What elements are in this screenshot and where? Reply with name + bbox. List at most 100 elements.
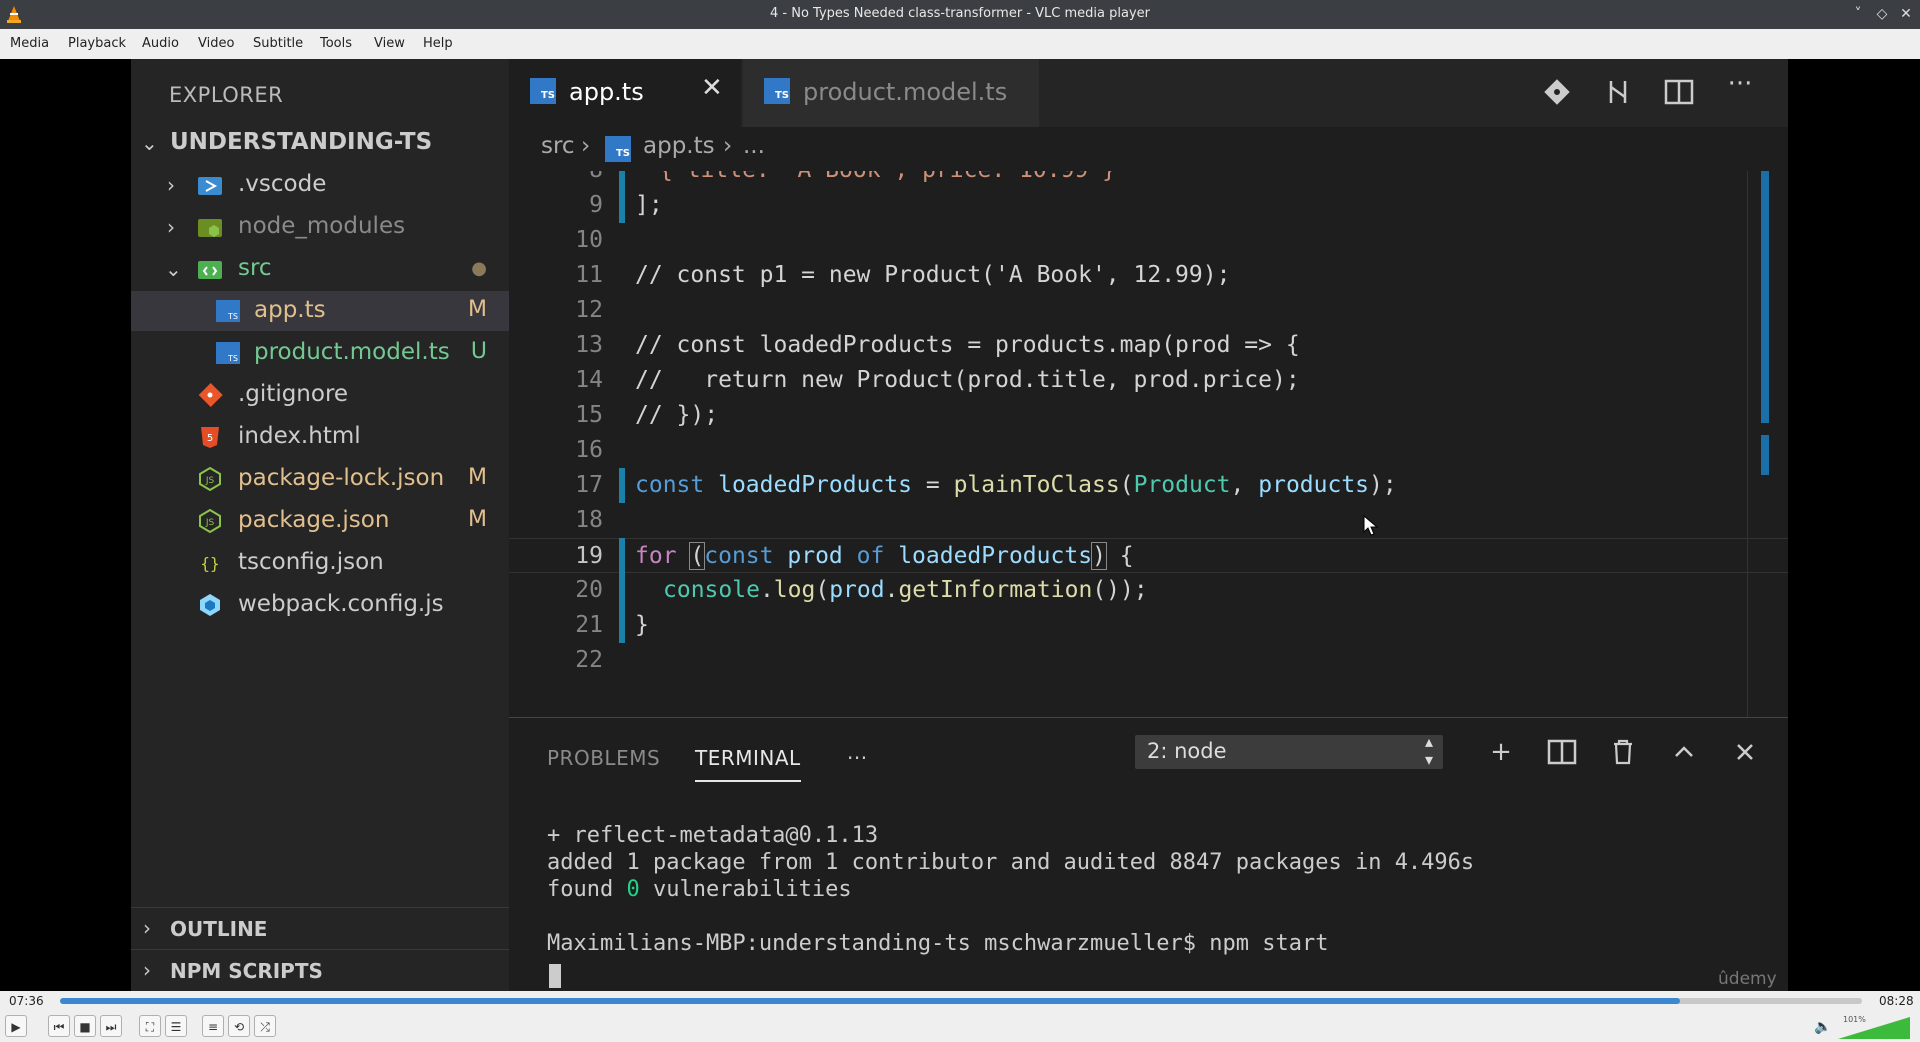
outline-section[interactable]: › OUTLINE [131, 907, 509, 948]
line-number: 8 [509, 171, 603, 183]
close-button[interactable]: ✕ [1897, 5, 1915, 23]
next-icon[interactable]: ⏭ [100, 1015, 122, 1037]
typescript-file-icon: TS [764, 78, 790, 104]
vscode-window: EXPLORER ⌄ UNDERSTANDING-TS › .vscode › … [131, 59, 1788, 991]
extended-settings-icon[interactable]: ☰ [165, 1015, 187, 1037]
npm-scripts-section[interactable]: › NPM SCRIPTS [131, 949, 509, 990]
line-number: 9 [589, 192, 603, 218]
title-bar: 4 - No Types Needed class-transformer - … [0, 0, 1920, 29]
chevron-right-icon: › [143, 916, 151, 940]
terminal-line: found 0 vulnerabilities [547, 877, 852, 902]
code-line: 8 { title: 'A Book', price: 10.99 } [509, 171, 1788, 188]
tab-problems[interactable]: PROBLEMS [547, 746, 660, 770]
tab-app-ts[interactable]: TS app.ts ✕ [509, 59, 741, 127]
tab-label: product.model.ts [803, 78, 1008, 106]
terminal-line: + reflect-metadata@0.1.13 [547, 823, 879, 848]
split-terminal-icon[interactable] [1545, 735, 1579, 769]
chevron-right-icon: › [167, 215, 175, 239]
breadcrumb-file[interactable]: app.ts [643, 133, 715, 159]
close-panel-icon[interactable] [1728, 735, 1762, 769]
scrollbar-track[interactable] [1747, 171, 1748, 717]
modified-gutter-bar [619, 538, 625, 643]
previous-icon[interactable]: ⏮ [48, 1015, 70, 1037]
git-status-badge: M [468, 507, 487, 532]
tree-item-gitignore[interactable]: .gitignore [131, 375, 509, 415]
play-button[interactable]: ▶ [5, 1015, 27, 1037]
menu-video[interactable]: Video [198, 36, 234, 51]
tab-terminal[interactable]: TERMINAL [695, 746, 801, 782]
tab-label: app.ts [569, 78, 644, 106]
tree-item-product-model[interactable]: TS product.model.ts U [131, 333, 509, 373]
nodejs-icon: JS [199, 509, 221, 533]
svg-text:5: 5 [207, 433, 213, 444]
more-actions-icon[interactable]: ··· [1723, 69, 1757, 103]
speaker-icon[interactable]: 🔈 [1814, 1019, 1831, 1035]
line-number: 10 [575, 227, 603, 253]
code-line: 9 ]; [509, 188, 1788, 223]
git-status-badge: M [468, 465, 487, 490]
maximize-panel-icon[interactable] [1667, 735, 1701, 769]
line-number: 16 [575, 437, 603, 463]
code-line: 16 [509, 433, 1788, 468]
loop-icon[interactable]: ⟲ [228, 1015, 250, 1037]
menu-bar: Media Playback Audio Video Subtitle Tool… [0, 29, 1920, 60]
overview-ruler-marker [1761, 435, 1769, 475]
menu-view[interactable]: View [374, 36, 405, 51]
code-comment: // const p1 = new Product('A Book', 12.9… [635, 262, 1231, 288]
breadcrumb-more[interactable]: ... [743, 133, 765, 159]
udemy-watermark: ûdemy [1718, 969, 1777, 989]
code-line-active: 19 for (const prod of loadedProducts) { [509, 538, 1788, 573]
new-terminal-icon[interactable]: + [1484, 735, 1518, 769]
fullscreen-icon[interactable]: ⛶ [139, 1015, 161, 1037]
menu-help[interactable]: Help [423, 36, 453, 51]
tree-item-label: .gitignore [238, 381, 349, 407]
code-editor[interactable]: 8 { title: 'A Book', price: 10.99 } 9 ];… [509, 171, 1788, 717]
terminal-select[interactable]: 2: node ▴ ▾ [1135, 733, 1443, 769]
maximize-button[interactable]: ◇ [1873, 5, 1891, 23]
close-tab-icon[interactable]: ✕ [701, 73, 723, 103]
tree-item-index-html[interactable]: 5 index.html [131, 417, 509, 457]
menu-tools[interactable]: Tools [320, 36, 352, 51]
more-panel-tabs-icon[interactable]: ··· [847, 746, 868, 770]
open-changes-icon[interactable] [1601, 75, 1635, 109]
tree-item-label: webpack.config.js [238, 591, 444, 617]
menu-media[interactable]: Media [10, 36, 49, 51]
menu-playback[interactable]: Playback [68, 36, 126, 51]
tree-item-label: product.model.ts [254, 339, 450, 365]
tree-item-webpack[interactable]: webpack.config.js [131, 585, 509, 625]
tree-item-tsconfig[interactable]: {} tsconfig.json [131, 543, 509, 583]
seek-progress [60, 998, 1680, 1004]
total-time: 08:28 [1879, 994, 1914, 1008]
menu-audio[interactable]: Audio [142, 36, 179, 51]
playlist-icon[interactable]: ≡ [202, 1015, 224, 1037]
stop-button[interactable]: ■ [74, 1015, 96, 1037]
terminal-select-value: 2: node [1147, 739, 1227, 763]
line-number: 15 [575, 402, 603, 428]
code-line: 12 [509, 293, 1788, 328]
breadcrumb-separator-icon: › [581, 133, 591, 159]
window-title: 4 - No Types Needed class-transformer - … [770, 6, 1150, 21]
code-line: 18 [509, 503, 1788, 538]
breadcrumb-folder[interactable]: src [541, 133, 575, 159]
tree-item-package-json[interactable]: JS package.json M [131, 501, 509, 541]
trash-icon[interactable] [1606, 735, 1640, 769]
line-number: 11 [575, 262, 603, 288]
explorer-root-label: UNDERSTANDING-TS [170, 129, 433, 155]
explorer-root: ⌄ UNDERSTANDING-TS [131, 123, 509, 163]
tree-item-package-lock[interactable]: JS package-lock.json M [131, 459, 509, 499]
git-compare-icon[interactable] [1540, 75, 1574, 109]
git-status-badge: U [470, 339, 487, 364]
split-editor-icon[interactable] [1662, 75, 1696, 109]
menu-subtitle[interactable]: Subtitle [253, 36, 303, 51]
tab-product-model[interactable]: TS product.model.ts [743, 59, 1039, 127]
shuffle-icon[interactable]: ⤮ [254, 1015, 276, 1037]
minimize-button[interactable]: ˅ [1849, 5, 1867, 23]
git-status-badge: M [468, 297, 487, 322]
line-number: 22 [575, 647, 603, 673]
code-line: 13 // const loadedProducts = products.ma… [509, 328, 1788, 363]
seek-slider[interactable] [60, 998, 1862, 1004]
svg-text:TS: TS [227, 354, 238, 363]
video-area[interactable]: EXPLORER ⌄ UNDERSTANDING-TS › .vscode › … [0, 59, 1920, 991]
terminal-cursor [549, 964, 561, 988]
tree-item-app-ts[interactable]: TS app.ts M [131, 291, 509, 331]
